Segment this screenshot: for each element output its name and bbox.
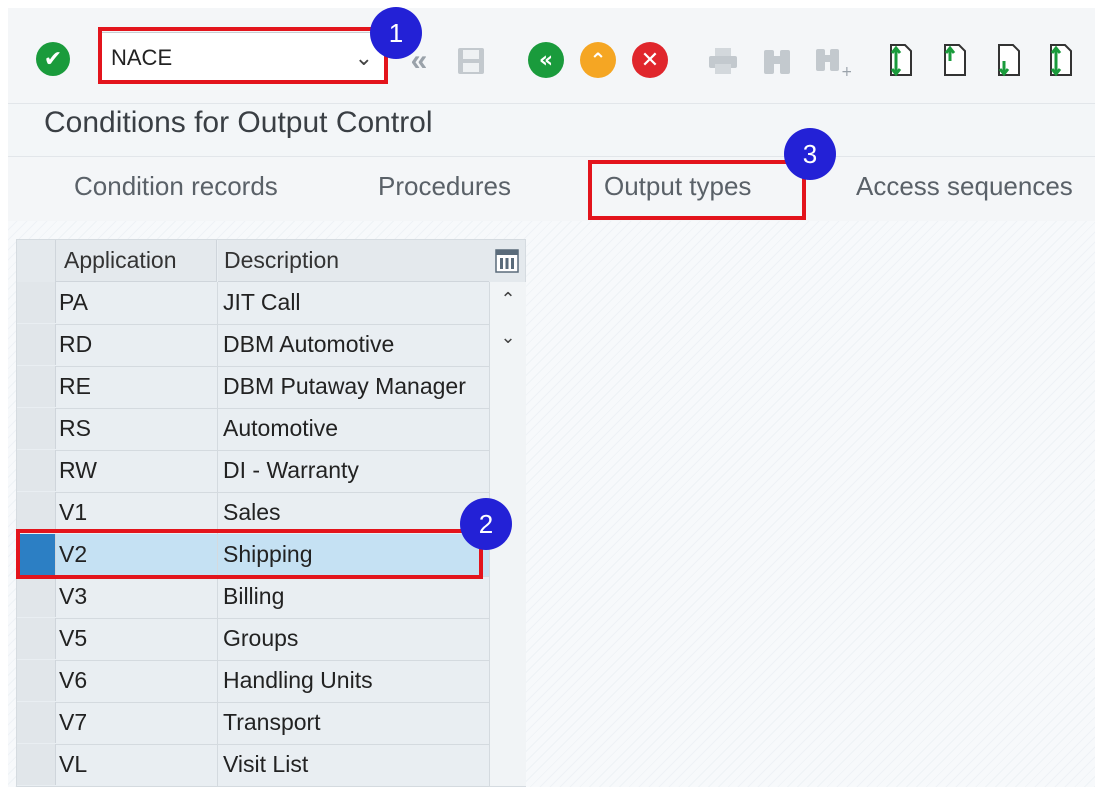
cell-description[interactable]: Handling Units [223,667,373,694]
cell-description[interactable]: Sales [223,499,281,526]
column-divider [217,660,218,702]
column-divider [217,408,218,450]
application-table: Application Description PA JIT Call RD DBM … [16,239,526,787]
cell-application[interactable]: RW [59,457,97,484]
row-selector[interactable] [17,744,56,785]
row-selector[interactable] [17,492,56,533]
table-row[interactable]: RW DI - Warranty [17,450,489,493]
cell-description[interactable]: DI - Warranty [223,457,359,484]
row-selector[interactable] [17,282,56,323]
find-next-icon[interactable]: + [812,44,852,78]
annotation-badge-3: 3 [784,128,836,180]
first-page-icon[interactable] [884,40,918,80]
cell-application[interactable]: RS [59,415,91,442]
highlight-command-field [98,27,388,84]
tab-access-sequences[interactable]: Access sequences [856,171,1073,202]
cancel-icon[interactable]: ✕ [632,42,668,78]
column-divider [217,366,218,408]
row-selector[interactable] [17,366,56,407]
row-selector[interactable] [17,408,56,449]
cell-application[interactable]: VL [59,751,87,778]
last-page-icon[interactable] [1044,40,1078,80]
table-row[interactable]: V6 Handling Units [17,660,489,703]
tab-bar: Condition records Procedures Output type… [8,156,1095,222]
column-divider [217,702,218,744]
cell-application[interactable]: V1 [59,499,87,526]
next-page-icon[interactable] [992,40,1026,80]
cell-description[interactable]: Visit List [223,751,308,778]
cell-description[interactable]: Transport [223,709,321,736]
column-divider [217,744,218,786]
sap-window: ✔ ⌄ « « ⌃ ✕ + [8,8,1095,787]
annotation-badge-1: 1 [370,7,422,59]
column-divider [217,324,218,366]
tab-procedures[interactable]: Procedures [378,171,511,202]
annotation-badge-2: 2 [460,498,512,550]
tab-condition-records[interactable]: Condition records [74,171,278,202]
table-row[interactable]: RS Automotive [17,408,489,451]
cell-application[interactable]: V6 [59,667,87,694]
highlight-output-types-tab [588,160,806,220]
svg-text:+: + [841,64,851,77]
column-divider [217,492,218,534]
table-row[interactable]: VL Visit List [17,744,489,787]
highlight-shipping-row [16,529,483,579]
table-row[interactable]: RD DBM Automotive [17,324,489,367]
row-selector[interactable] [17,702,56,743]
scroll-down-icon[interactable]: ⌄ [496,326,520,348]
cell-application[interactable]: V3 [59,583,87,610]
column-divider [217,450,218,492]
print-icon[interactable] [706,44,740,78]
enter-check-icon[interactable]: ✔ [36,42,70,76]
cell-description[interactable]: DBM Putaway Manager [223,373,466,400]
cell-application[interactable]: RE [59,373,91,400]
cell-description[interactable]: JIT Call [223,289,301,316]
column-divider [217,618,218,660]
exit-icon[interactable]: ⌃ [580,42,616,78]
content-area: Application Description PA JIT Call RD DBM … [8,221,1095,787]
row-selector[interactable] [17,450,56,491]
scroll-up-icon[interactable]: ⌃ [496,288,520,310]
cell-application[interactable]: PA [59,289,88,316]
column-header-application[interactable]: Application [56,240,217,282]
row-selector[interactable] [17,660,56,701]
back-icon[interactable]: « [528,42,564,78]
row-selector[interactable] [17,576,56,617]
column-header-description[interactable]: Description [218,240,489,282]
cell-application[interactable]: V7 [59,709,87,736]
cell-description[interactable]: Billing [223,583,284,610]
previous-page-icon[interactable] [938,40,972,80]
select-all-header[interactable] [17,240,56,283]
cell-description[interactable]: Automotive [223,415,338,442]
column-divider [217,282,218,324]
column-settings-icon[interactable] [489,240,525,283]
table-row[interactable]: V5 Groups [17,618,489,661]
column-divider [217,576,218,618]
table-row[interactable]: V7 Transport [17,702,489,745]
find-icon[interactable] [760,44,794,78]
row-selector[interactable] [17,618,56,659]
row-selector[interactable] [17,324,56,365]
table-row[interactable]: RE DBM Putaway Manager [17,366,489,409]
save-icon[interactable] [454,44,488,78]
cell-application[interactable]: RD [59,331,92,358]
cell-application[interactable]: V5 [59,625,87,652]
table-row[interactable]: V3 Billing [17,576,489,619]
table-row[interactable]: PA JIT Call [17,282,489,325]
cell-description[interactable]: DBM Automotive [223,331,394,358]
cell-description[interactable]: Groups [223,625,298,652]
page-title: Conditions for Output Control [44,106,433,139]
